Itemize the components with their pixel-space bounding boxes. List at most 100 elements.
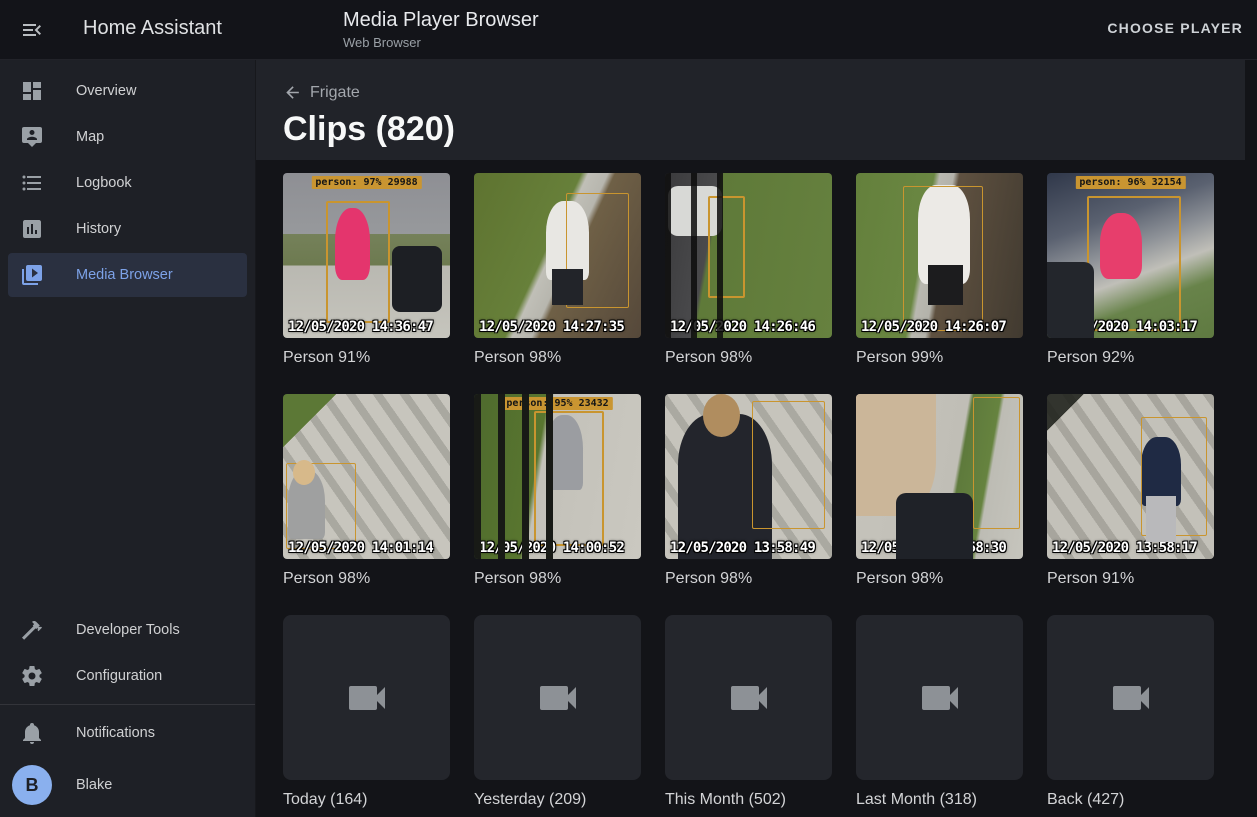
sidebar-item-overview[interactable]: Overview [8,69,247,113]
clip-thumbnail: 12/05/2020 14:27:35 [474,173,641,338]
chart-box-icon [20,217,44,241]
media-grid: person: 97% 29988 12/05/2020 14:36:47 Pe… [283,173,1214,810]
clip-timestamp: 12/05/2020 14:03:17 [1052,319,1197,335]
clip-timestamp: 12/05/2020 14:36:47 [288,319,433,335]
clip-timestamp: 12/05/2020 14:26:46 [670,319,815,335]
app-title: Home Assistant [83,17,222,40]
clip-label: Person 91% [283,348,450,368]
clip-item[interactable]: 12/05/2020 14:26:07 Person 99% [856,173,1023,368]
detection-box [752,401,825,530]
detection-box [326,201,389,323]
clip-label: Person 99% [856,348,1023,368]
bell-icon [20,721,44,745]
clip-item[interactable]: 12/05/2020 14:26:46 Person 98% [665,173,832,368]
profile-name: Blake [76,777,112,793]
sidebar-item-label: Media Browser [76,267,173,283]
list-bulleted-icon [20,171,44,195]
page-head: Media Player Browser Web Browser [343,9,539,50]
clip-label: Person 98% [283,569,450,589]
content-header: Frigate Clips (820) [256,60,1245,160]
sidebar-item-label: Configuration [76,668,162,684]
detection-box [708,196,745,298]
clip-thumbnail: person: 97% 29988 12/05/2020 14:36:47 [283,173,450,338]
folder-thumbnail [474,615,641,780]
sidebar-item-developer-tools[interactable]: Developer Tools [8,608,247,652]
tooltip-account-icon [20,125,44,149]
clip-timestamp: 12/05/2020 14:27:35 [479,319,624,335]
video-icon [343,674,391,722]
clip-label: Person 98% [665,348,832,368]
clip-item[interactable]: 12/05/2020 13:58:17 Person 91% [1047,394,1214,589]
clip-item[interactable]: person: 95% 23432 12/05/2020 14:00:52 Pe… [474,394,641,589]
sidebar-item-logbook[interactable]: Logbook [8,161,247,205]
folder-thumbnail [665,615,832,780]
sidebar-item-configuration[interactable]: Configuration [8,654,247,698]
clip-timestamp: 12/05/2020 14:01:14 [288,540,433,556]
detection-box [1141,417,1208,536]
clip-thumbnail: 12/05/2020 14:26:46 [665,173,832,338]
clip-item[interactable]: 12/05/2020 13:58:30 Person 98% [856,394,1023,589]
detection-annotation: person: 97% 29988 [311,176,421,189]
clip-thumbnail: person: 95% 23432 12/05/2020 14:00:52 [474,394,641,559]
sidebar-item-history[interactable]: History [8,207,247,251]
video-icon [1107,674,1155,722]
clip-item[interactable]: 12/05/2020 14:01:14 Person 98% [283,394,450,589]
detection-box [1087,196,1181,331]
choose-player-button[interactable]: CHOOSE PLAYER [1103,20,1247,36]
sidebar-spacer [0,299,255,599]
hammer-icon [20,618,44,642]
detection-annotation: person: 96% 32154 [1075,176,1185,189]
folder-item[interactable]: Back (427) [1047,615,1214,810]
menu-open-icon[interactable] [20,18,44,42]
sidebar-nav: Overview Map Logbook History Media Browser [0,60,255,299]
clip-thumbnail: 12/05/2020 13:58:30 [856,394,1023,559]
detection-annotation: person: 95% 23432 [502,397,612,410]
sidebar-item-label: History [76,221,121,237]
clip-timestamp: 12/05/2020 14:00:52 [479,540,624,556]
breadcrumb[interactable]: Frigate [283,83,360,102]
clip-item[interactable]: 12/05/2020 14:27:35 Person 98% [474,173,641,368]
clip-timestamp: 12/05/2020 13:58:30 [861,540,1006,556]
folder-item[interactable]: Today (164) [283,615,450,810]
sidebar-item-map[interactable]: Map [8,115,247,159]
clip-item[interactable]: person: 96% 32154 12/05/2020 14:03:17 Pe… [1047,173,1214,368]
arrow-left-icon [283,83,302,102]
sidebar-item-label: Overview [76,83,136,99]
sidebar: Overview Map Logbook History Media Browser D… [0,60,256,817]
sidebar-item-notifications[interactable]: Notifications [8,711,247,755]
folder-item[interactable]: This Month (502) [665,615,832,810]
sidebar-item-profile[interactable]: B Blake [8,759,247,811]
folder-item[interactable]: Yesterday (209) [474,615,641,810]
sidebar-item-label: Developer Tools [76,622,180,638]
section-title: Clips (820) [283,110,455,149]
avatar: B [12,765,52,805]
clip-thumbnail: person: 96% 32154 12/05/2020 14:03:17 [1047,173,1214,338]
folder-label: Back (427) [1047,790,1214,810]
sidebar-item-label: Map [76,129,104,145]
clip-timestamp: 12/05/2020 14:26:07 [861,319,1006,335]
play-box-multiple-icon [20,263,44,287]
detection-box [903,186,983,331]
clip-item[interactable]: person: 97% 29988 12/05/2020 14:36:47 Pe… [283,173,450,368]
clip-thumbnail: 12/05/2020 13:58:49 [665,394,832,559]
clip-thumbnail: 12/05/2020 14:01:14 [283,394,450,559]
media-browser-content: Frigate Clips (820) person: 97% 29988 12… [256,60,1257,817]
detection-box [286,463,356,549]
clip-label: Person 98% [474,348,641,368]
video-icon [725,674,773,722]
page-title: Media Player Browser [343,9,539,32]
detection-box [566,193,629,309]
folder-item[interactable]: Last Month (318) [856,615,1023,810]
folder-label: This Month (502) [665,790,832,810]
app-bar: Home Assistant Media Player Browser Web … [0,0,1257,60]
clip-label: Person 98% [665,569,832,589]
sidebar-item-media-browser[interactable]: Media Browser [8,253,247,297]
folder-thumbnail [283,615,450,780]
clip-label: Person 92% [1047,348,1214,368]
breadcrumb-label: Frigate [310,84,360,102]
detection-box [973,397,1020,529]
clip-label: Person 98% [474,569,641,589]
sidebar-tools-nav: Developer Tools Configuration [0,599,255,700]
sidebar-item-label: Notifications [76,725,155,741]
clip-item[interactable]: 12/05/2020 13:58:49 Person 98% [665,394,832,589]
